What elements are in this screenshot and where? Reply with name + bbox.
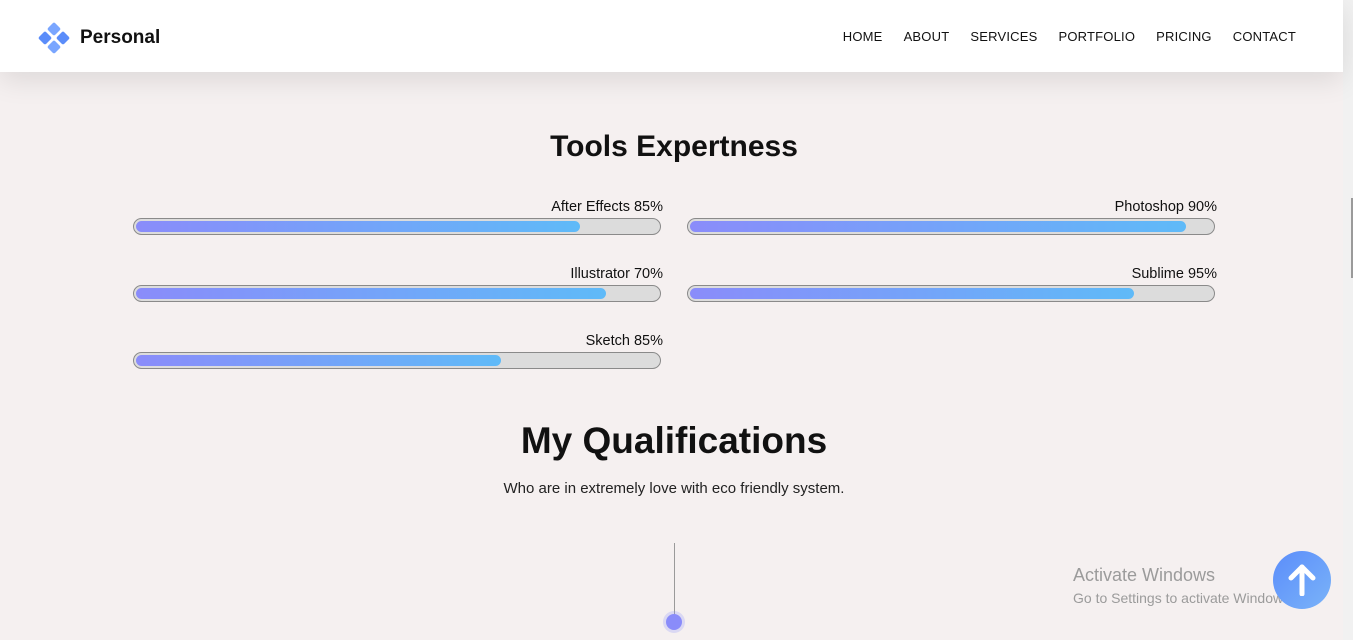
skill-label: Sketch 85% [585, 333, 663, 349]
nav-contact[interactable]: CONTACT [1233, 29, 1296, 44]
nav-pricing[interactable]: PRICING [1156, 29, 1212, 44]
skill-sketch: Sketch 85% [133, 332, 663, 369]
arrow-up-icon [1288, 564, 1316, 596]
qualifications-subtitle: Who are in extremely love with eco frien… [503, 480, 845, 497]
nav-home[interactable]: HOME [843, 29, 883, 44]
skill-photoshop: Photoshop 90% [687, 198, 1217, 235]
nav-services[interactable]: SERVICES [970, 29, 1037, 44]
skill-after-effects: After Effects 85% [133, 198, 663, 235]
skill-bar-track [133, 218, 661, 235]
timeline-dot [663, 611, 685, 633]
tools-title: Tools Expertness [550, 130, 798, 163]
skill-bar-fill [136, 221, 580, 232]
skill-sublime: Sublime 95% [687, 265, 1217, 302]
skill-bar-fill [136, 288, 606, 299]
skill-bar-fill [690, 221, 1186, 232]
skill-bar-track [133, 285, 661, 302]
scroll-to-top-button[interactable] [1273, 551, 1331, 609]
qualifications-title: My Qualifications [520, 420, 828, 461]
skill-bar-track [687, 218, 1215, 235]
skill-label: Photoshop 90% [1114, 199, 1217, 215]
skill-label: Illustrator 70% [570, 266, 663, 282]
skill-bar-track [133, 352, 661, 369]
brand[interactable]: Personal [37, 21, 161, 55]
watermark-title: Activate Windows [1073, 565, 1216, 585]
nav-portfolio[interactable]: PORTFOLIO [1058, 29, 1135, 44]
nav-about[interactable]: ABOUT [904, 29, 950, 44]
brand-name: Personal [80, 27, 161, 48]
diamond-logo-icon [37, 21, 71, 55]
navbar: Personal HOME ABOUT SERVICES PORTFOLIO P… [0, 0, 1343, 72]
scrollbar-track[interactable] [1343, 0, 1353, 640]
skill-label: Sublime 95% [1131, 266, 1217, 282]
skill-bar-fill [690, 288, 1134, 299]
windows-activation-watermark: Activate Windows Go to Settings to activ… [1073, 565, 1294, 606]
skill-bar-track [687, 285, 1215, 302]
main-nav: HOME ABOUT SERVICES PORTFOLIO PRICING CO… [843, 29, 1296, 44]
watermark-subtitle: Go to Settings to activate Windows. [1073, 590, 1294, 606]
skill-bar-fill [136, 355, 501, 366]
skill-label: After Effects 85% [551, 199, 663, 215]
skill-illustrator: Illustrator 70% [133, 265, 663, 302]
